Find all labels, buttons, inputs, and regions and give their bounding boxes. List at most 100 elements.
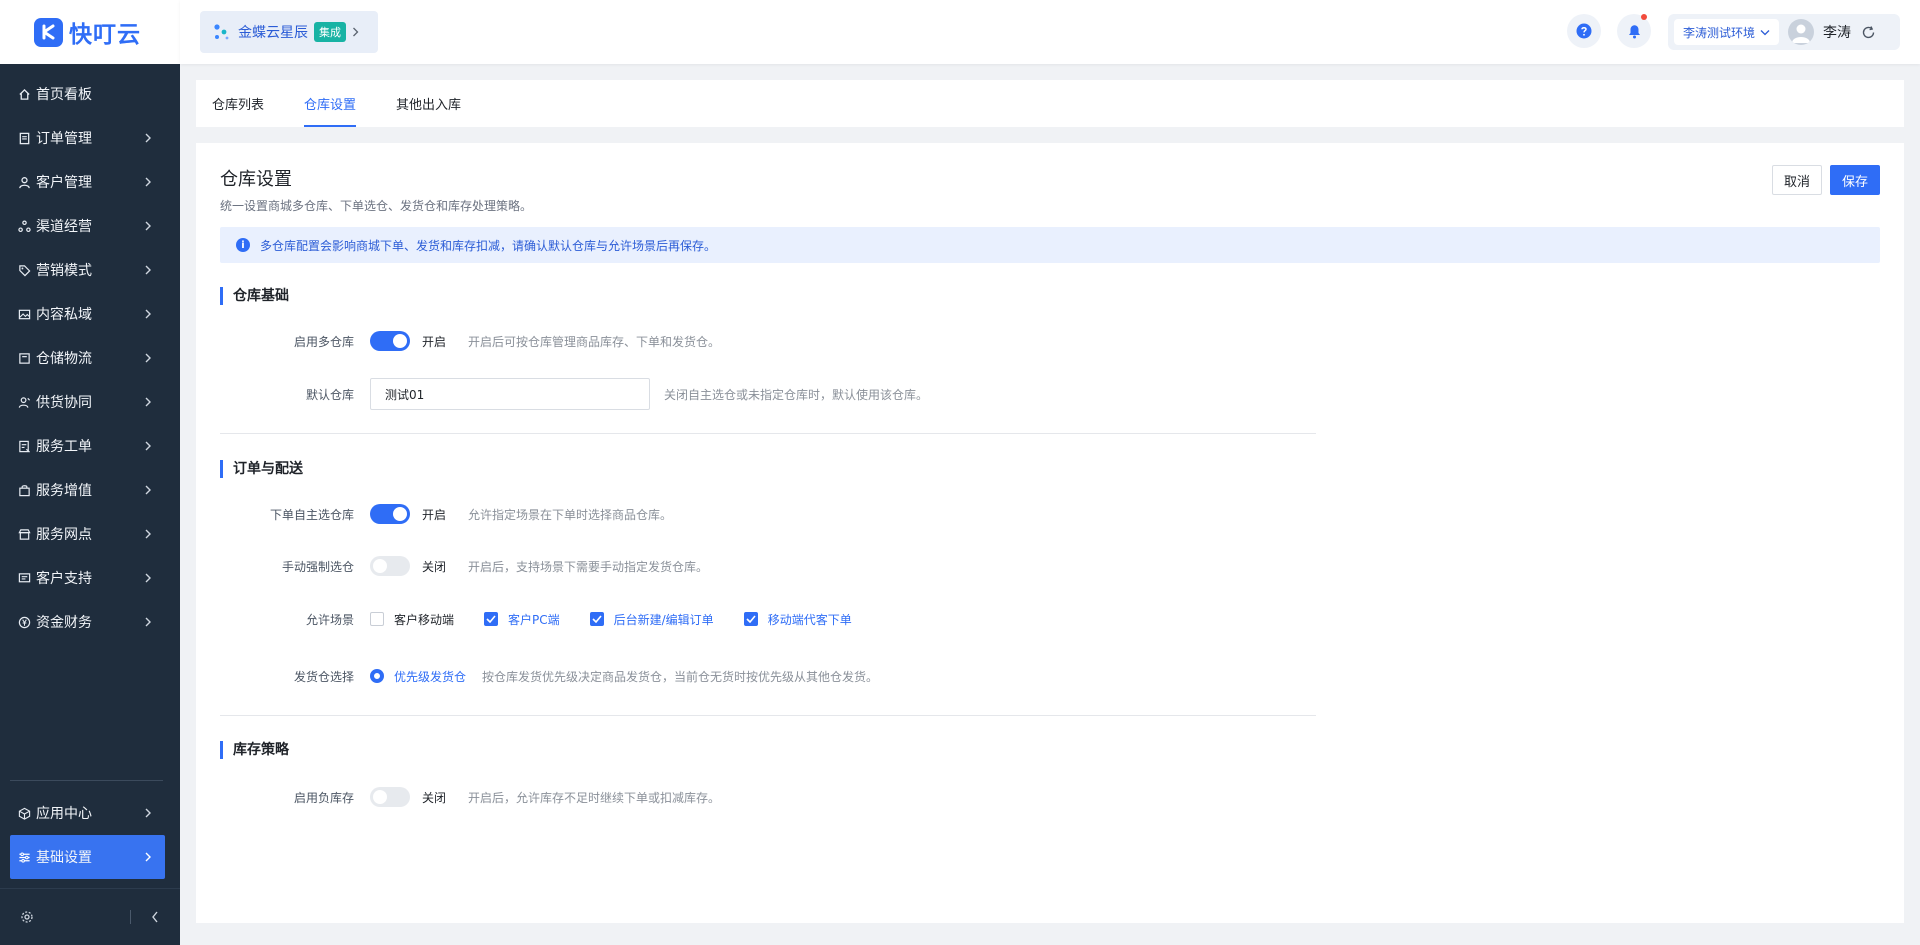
field-label: 启用负库存 <box>293 790 354 805</box>
sidebar-item-label: 应用中心 <box>36 806 92 822</box>
sidebar-item-label: 基础设置 <box>36 850 92 866</box>
sidebar-item-content[interactable]: 内容私域 <box>0 292 180 336</box>
field-hint: 关闭自主选仓或未指定仓库时，默认使用该仓库。 <box>664 387 929 402</box>
logo-text: 快叮云 <box>69 22 141 48</box>
collapse-sidebar-icon[interactable] <box>151 911 159 923</box>
sidebar-item-customers[interactable]: 客户管理 <box>0 160 180 204</box>
section-divider <box>220 715 1316 716</box>
force-select-switch[interactable] <box>370 556 410 576</box>
gear-icon[interactable] <box>20 910 34 924</box>
tab-warehouse-list[interactable]: 仓库列表 <box>212 80 264 127</box>
switch-state: 开启 <box>422 334 447 349</box>
row-self-select: 下单自主选仓库 开启 允许指定场景在下单时选择商品仓库。 <box>220 499 672 529</box>
save-button[interactable]: 保存 <box>1830 165 1880 195</box>
info-icon: i <box>236 238 250 252</box>
supplier-icon <box>17 395 31 409</box>
user-area: 李涛测试环境 李涛 <box>1668 14 1900 50</box>
page-description: 统一设置商城多仓库、下单选仓、发货仓和库存处理策略。 <box>220 199 533 213</box>
scene-checkbox-mobile[interactable] <box>370 612 384 626</box>
chevron-right-icon <box>142 264 154 276</box>
switch-state: 开启 <box>422 507 447 522</box>
field-label: 发货仓选择 <box>293 669 354 684</box>
priority-warehouse-radio[interactable] <box>370 669 384 683</box>
section-title-order: 订单与配送 <box>220 460 303 478</box>
sidebar-item-supply[interactable]: 供货协同 <box>0 380 180 424</box>
logo[interactable]: 快叮云 <box>0 0 180 64</box>
sidebar-item-label: 首页看板 <box>36 87 92 103</box>
sidebar-item-value-added[interactable]: 服务增值 <box>0 468 180 512</box>
ticket-icon <box>17 439 31 453</box>
help-button[interactable] <box>1567 14 1601 48</box>
section-title-basic: 仓库基础 <box>220 287 289 305</box>
radio-label[interactable]: 优先级发货仓 <box>394 668 466 685</box>
chevron-right-icon <box>142 572 154 584</box>
chevron-right-icon <box>142 352 154 364</box>
field-label: 手动强制选仓 <box>281 559 354 574</box>
integration-badge: 集成 <box>314 22 346 42</box>
tab-warehouse-settings[interactable]: 仓库设置 <box>304 80 357 127</box>
scene-checkbox-backend[interactable] <box>589 612 604 626</box>
logo-icon <box>34 17 63 47</box>
sidebar-item-label: 订单管理 <box>36 131 92 147</box>
scene-checkbox-proxy[interactable] <box>743 612 758 626</box>
cancel-button[interactable]: 取消 <box>1772 165 1822 195</box>
row-force-select: 手动强制选仓 关闭 开启后，支持场景下需要手动指定发货仓库。 <box>220 551 708 581</box>
negative-stock-switch[interactable] <box>370 787 410 807</box>
tab-other-stock-io[interactable]: 其他出入库 <box>396 80 461 127</box>
sidebar-item-service-points[interactable]: 服务网点 <box>0 512 180 556</box>
sidebar-item-channels[interactable]: 渠道经营 <box>0 204 180 248</box>
chevron-right-icon <box>142 616 154 628</box>
home-icon <box>17 87 31 101</box>
sidebar-item-marketing[interactable]: 营销模式 <box>0 248 180 292</box>
sidebar-item-basic-settings[interactable]: 基础设置 <box>10 835 165 879</box>
sidebar-item-label: 供货协同 <box>36 395 92 411</box>
support-icon <box>17 571 31 585</box>
chevron-right-icon <box>142 132 154 144</box>
sidebar-item-finance[interactable]: 资金财务 <box>0 600 180 644</box>
sidebar-item-label: 仓储物流 <box>36 351 92 367</box>
notifications-button[interactable] <box>1617 14 1651 48</box>
scene-label[interactable]: 移动端代客下单 <box>768 611 852 628</box>
multi-warehouse-switch[interactable] <box>370 331 410 351</box>
help-icon <box>1576 23 1592 39</box>
sidebar-item-label: 服务增值 <box>36 483 92 499</box>
row-negative-stock: 启用负库存 关闭 开启后，允许库存不足时继续下单或扣减库存。 <box>220 782 720 812</box>
environment-label: 李涛测试环境 <box>1683 25 1756 40</box>
avatar[interactable] <box>1788 19 1815 45</box>
info-alert: i 多仓库配置会影响商城下单、发货和库存扣减，请确认默认仓库与允许场景后再保存。 <box>220 227 1880 263</box>
row-default-warehouse: 默认仓库 关闭自主选仓或未指定仓库时，默认使用该仓库。 <box>220 377 928 411</box>
environment-select[interactable]: 李涛测试环境 <box>1674 19 1780 45</box>
warehouse-icon <box>17 351 31 365</box>
chevron-right-icon <box>142 851 154 863</box>
scene-checkbox-pc[interactable] <box>484 612 499 626</box>
store-icon <box>17 527 31 541</box>
sidebar: 快叮云 首页看板 订单管理 客户管理 渠道经营 营销模式 内容私域 仓储物流 供… <box>0 0 180 945</box>
sidebar-item-home[interactable]: 首页看板 <box>0 72 180 116</box>
chevron-right-icon <box>352 27 359 37</box>
sidebar-item-support[interactable]: 客户支持 <box>0 556 180 600</box>
sidebar-item-app-center[interactable]: 应用中心 <box>0 791 180 835</box>
sidebar-item-warehouse[interactable]: 仓储物流 <box>0 336 180 380</box>
finance-icon <box>17 615 31 629</box>
tenant-switcher[interactable]: 金蝶云星辰 集成 <box>200 11 378 53</box>
scene-label[interactable]: 客户PC端 <box>508 611 560 628</box>
field-label: 下单自主选仓库 <box>269 507 354 522</box>
bag-icon <box>17 483 31 497</box>
bell-icon <box>1627 23 1642 39</box>
self-select-switch[interactable] <box>370 504 410 524</box>
sidebar-item-label: 营销模式 <box>36 263 92 279</box>
refresh-icon[interactable] <box>1861 25 1876 40</box>
field-hint: 开启后，允许库存不足时继续下单或扣减库存。 <box>468 790 721 805</box>
scene-label[interactable]: 客户移动端 <box>394 611 454 628</box>
page-tabs: 仓库列表 仓库设置 其他出入库 <box>196 80 1904 127</box>
sidebar-item-label: 服务网点 <box>36 527 92 543</box>
cube-icon <box>17 806 31 820</box>
sidebar-item-service-orders[interactable]: 服务工单 <box>0 424 180 468</box>
scene-label[interactable]: 后台新建/编辑订单 <box>614 611 714 628</box>
sidebar-item-orders[interactable]: 订单管理 <box>0 116 180 160</box>
user-icon <box>17 175 31 189</box>
default-warehouse-input[interactable] <box>370 378 650 410</box>
tenant-name: 金蝶云星辰 <box>238 25 308 41</box>
channel-icon <box>17 219 31 233</box>
chevron-right-icon <box>142 220 154 232</box>
